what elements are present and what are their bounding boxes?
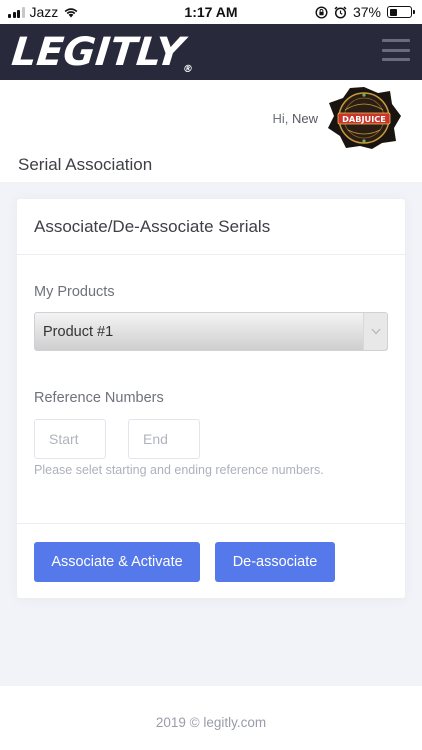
serial-association-card: Associate/De-Associate Serials My Produc… xyxy=(17,199,405,598)
battery-icon xyxy=(387,6,415,18)
status-bar: Jazz 1:17 AM 37% xyxy=(0,0,422,24)
card-divider xyxy=(17,523,405,524)
battery-percent: 37% xyxy=(352,4,381,20)
user-bar: Hi, New DABJUICE Serial Association xyxy=(0,80,422,182)
page-title: Serial Association xyxy=(18,155,153,174)
card-title: Associate/De-Associate Serials xyxy=(34,217,271,236)
footer: 2019 © legitly.com xyxy=(0,686,422,750)
reference-numbers-label: Reference Numbers xyxy=(34,390,164,406)
start-reference-input[interactable] xyxy=(34,419,106,459)
selected-product: Product #1 xyxy=(43,324,114,340)
alarm-icon xyxy=(334,5,347,19)
chevron-down-icon xyxy=(371,328,381,335)
logo-registered-mark: ® xyxy=(182,64,194,75)
app-header: LEGITLY® xyxy=(0,24,422,80)
battery-level xyxy=(389,8,397,16)
status-right: 37% xyxy=(315,4,415,20)
product-select[interactable]: Product #1 xyxy=(34,312,388,351)
associate-activate-button[interactable]: Associate & Activate xyxy=(34,542,200,582)
end-reference-input[interactable] xyxy=(128,419,200,459)
legitly-logo[interactable]: LEGITLY® xyxy=(10,30,197,75)
card-header: Associate/De-Associate Serials xyxy=(17,199,405,255)
avatar[interactable]: DABJUICE xyxy=(326,86,402,150)
user-greeting[interactable]: Hi, New xyxy=(272,111,318,126)
footer-copyright: 2019 © legitly.com xyxy=(155,715,267,730)
deassociate-button[interactable]: De-associate xyxy=(215,542,335,582)
user-name: New xyxy=(291,111,318,126)
rotation-lock-icon xyxy=(315,5,328,19)
select-arrow[interactable] xyxy=(363,313,387,350)
reference-help-text: Please selet starting and ending referen… xyxy=(34,463,324,477)
hamburger-menu-icon[interactable] xyxy=(382,39,410,61)
products-label: My Products xyxy=(34,284,115,300)
avatar-brand-text: DABJUICE xyxy=(342,114,386,124)
greeting-prefix: Hi, xyxy=(272,111,289,126)
logo-text: LEGITLY xyxy=(9,30,187,75)
